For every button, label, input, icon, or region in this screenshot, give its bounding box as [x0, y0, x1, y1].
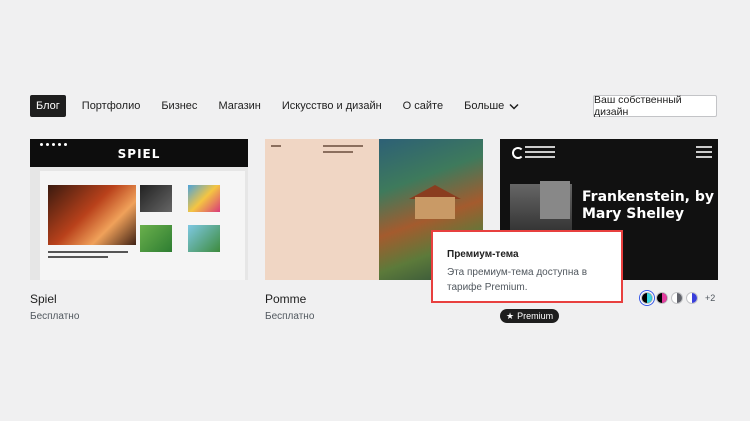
color-swatch[interactable] [656, 292, 668, 304]
thumb-painting-detail [415, 197, 455, 219]
more-variations-count[interactable]: +2 [705, 293, 715, 303]
nav-item-blog[interactable]: Блог [30, 95, 66, 117]
color-swatch[interactable] [671, 292, 683, 304]
thumb-page [40, 171, 245, 280]
thumb-brand-text [525, 146, 555, 161]
nav-item-portfolio[interactable]: Портфолио [82, 100, 141, 112]
thumb-image [188, 185, 220, 212]
nav-item-about[interactable]: О сайте [403, 100, 443, 112]
tooltip-title: Премиум-тема [447, 249, 519, 260]
thumb-image [140, 225, 172, 252]
thumb-image [188, 225, 220, 252]
theme-name[interactable]: Spiel [30, 292, 57, 306]
theme-price: Бесплатно [265, 311, 315, 322]
thumb-hero-image [48, 185, 136, 245]
thumb-text-line [323, 151, 353, 153]
theme-card-spiel[interactable]: SPIEL Spiel Бесплатно [30, 139, 248, 322]
nav-item-more[interactable]: Больше [464, 100, 519, 112]
thumb-title: Mary Shelley [582, 206, 685, 222]
color-swatch[interactable] [641, 292, 653, 304]
thumb-logo: SPIEL [117, 147, 161, 161]
social-icons [40, 143, 67, 146]
style-variations: +2 [641, 292, 715, 304]
premium-tooltip: Премиум-тема Эта премиум-тема доступна в… [431, 230, 623, 303]
premium-badge[interactable]: ★ Premium [500, 309, 560, 323]
thumb-headline [48, 256, 108, 258]
tooltip-text: Эта премиум-тема доступна в тарифе Premi… [447, 267, 588, 293]
star-icon: ★ [506, 310, 515, 321]
chevron-down-icon [509, 103, 519, 110]
thumb-title: Frankenstein, by [582, 189, 715, 205]
theme-thumbnail-spiel[interactable]: SPIEL [30, 139, 248, 280]
nav-item-art-design[interactable]: Искусство и дизайн [282, 100, 382, 112]
premium-badge-label: Premium [517, 311, 554, 321]
theme-price: Бесплатно [30, 311, 80, 322]
thumb-text-line [271, 145, 281, 147]
thumb-photo [540, 181, 570, 219]
category-nav: Блог Портфолио Бизнес Магазин Искусство … [30, 95, 540, 117]
custom-design-button[interactable]: Ваш собственный дизайн [593, 94, 717, 118]
thumb-brand-icon [512, 147, 524, 159]
nav-item-business[interactable]: Бизнес [161, 100, 197, 112]
thumb-image [140, 185, 172, 212]
thumb-menu [696, 146, 712, 161]
color-swatch[interactable] [686, 292, 698, 304]
thumb-text-line [323, 145, 363, 147]
nav-item-store[interactable]: Магазин [218, 100, 260, 112]
nav-item-more-label: Больше [464, 100, 505, 112]
theme-name[interactable]: Pomme [265, 292, 306, 306]
thumb-headline [48, 251, 128, 253]
